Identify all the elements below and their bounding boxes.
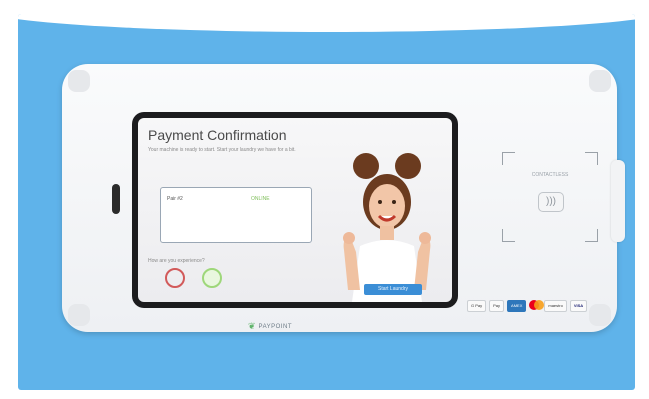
apple-pay-icon: Pay [489, 300, 505, 312]
google-pay-icon: G Pay [467, 300, 487, 312]
screen-bezel: Payment Confirmation Your machine is rea… [132, 112, 458, 308]
feedback-negative-button[interactable] [165, 268, 185, 288]
mastercard-icon [529, 300, 545, 310]
reader-frame-corner [502, 152, 515, 165]
person-image [343, 153, 431, 302]
feedback-question: How are you experience? [148, 258, 205, 264]
touch-screen: Payment Confirmation Your machine is rea… [138, 118, 452, 302]
page-subtitle: Your machine is ready to start. Start yo… [148, 147, 296, 153]
reader-frame-corner [585, 229, 598, 242]
feedback-positive-button[interactable] [202, 268, 222, 288]
contactless-icon: ))) [538, 192, 564, 212]
terminal-corner [68, 70, 90, 92]
maestro-icon: maestro [544, 300, 567, 312]
reader-frame-corner [585, 152, 598, 165]
terminal-corner [589, 70, 611, 92]
visa-icon: VISA [569, 300, 588, 312]
card-slot [112, 184, 120, 214]
amex-icon: AMEX [507, 300, 527, 312]
terminal-corner [589, 304, 611, 326]
payment-terminal: Payment Confirmation Your machine is rea… [62, 64, 625, 332]
start-button[interactable]: Start Laundry [364, 284, 422, 295]
page-title: Payment Confirmation [148, 127, 287, 143]
background-stage: Payment Confirmation Your machine is rea… [18, 14, 635, 390]
brand-logo: ❦ PAYPOINT [248, 321, 292, 332]
reader-label: CONTACTLESS [531, 172, 569, 178]
machine-status: ONLINE [251, 196, 270, 202]
terminal-corner [68, 304, 90, 326]
reader-frame-corner [502, 229, 515, 242]
machine-label: Pair #2 [167, 196, 183, 202]
background-curve [18, 14, 635, 32]
terminal-side-tab [611, 160, 625, 242]
machine-card[interactable]: Pair #2 ONLINE [160, 187, 312, 243]
brand-leaf-icon: ❦ [248, 321, 256, 331]
brand-name: PAYPOINT [258, 323, 292, 330]
contactless-reader[interactable]: CONTACTLESS ))) [502, 152, 598, 242]
accepted-payments: G Pay Pay AMEX maestro VISA [467, 300, 588, 312]
